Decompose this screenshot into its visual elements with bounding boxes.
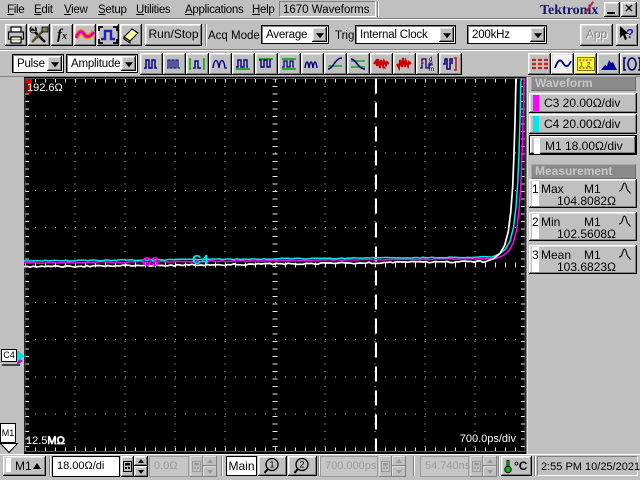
svg-text:m: m xyxy=(429,67,434,73)
svg-text:C4: C4 xyxy=(192,252,209,267)
svg-text:12.5MΩ: 12.5MΩ xyxy=(26,435,65,447)
svg-text:C3: C3 xyxy=(142,254,159,269)
svg-text:2: 2 xyxy=(299,460,304,470)
svg-text:192.6Ω: 192.6Ω xyxy=(27,82,63,94)
svg-text:1: 1 xyxy=(269,460,274,470)
svg-text:700.0ps/div: 700.0ps/div xyxy=(460,433,517,445)
svg-text:?: ? xyxy=(626,26,634,41)
svg-text:1 2 3: 1 2 3 xyxy=(579,62,595,69)
